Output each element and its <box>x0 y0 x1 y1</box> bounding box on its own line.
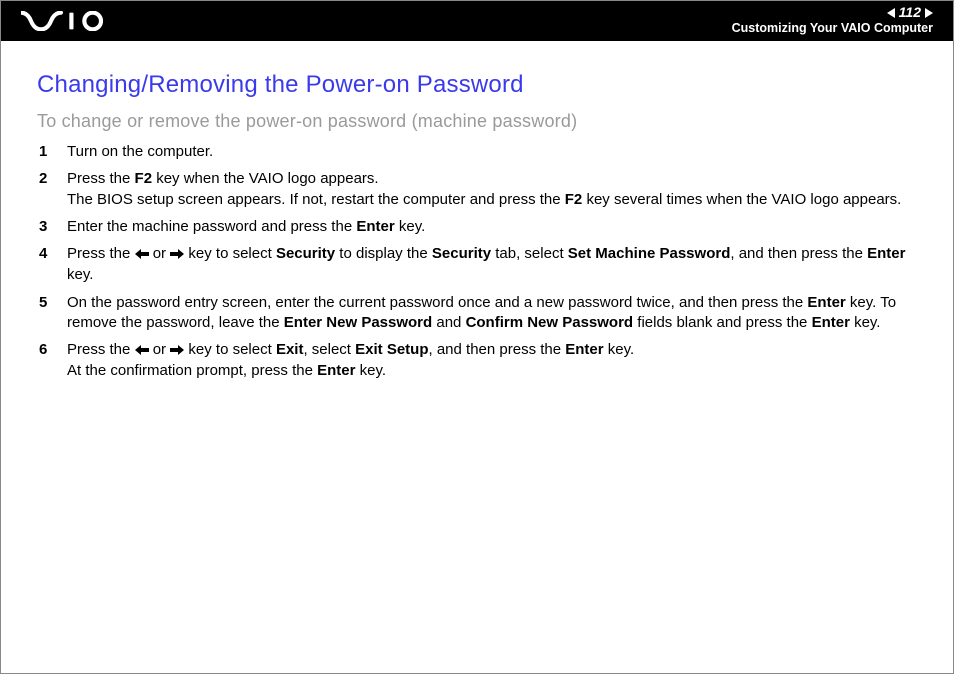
page-content: Changing/Removing the Power-on Password … <box>1 41 953 382</box>
field-name: Confirm New Password <box>466 314 634 331</box>
step-text: key. <box>355 362 386 379</box>
key-name: F2 <box>565 191 583 208</box>
step-text: , and then press the <box>730 245 867 262</box>
step-5: On the password entry screen, enter the … <box>37 293 921 334</box>
tab-name: Security <box>432 245 491 262</box>
step-text: or <box>149 341 171 358</box>
option-name: Exit Setup <box>355 341 428 358</box>
step-text: fields blank and press the <box>633 314 811 331</box>
step-text: , and then press the <box>429 341 566 358</box>
step-text: Press the <box>67 170 135 187</box>
key-name: Enter <box>565 341 603 358</box>
prev-page-icon[interactable] <box>887 8 895 18</box>
menu-name: Exit <box>276 341 304 358</box>
arrow-right-icon <box>170 341 184 361</box>
page-number: 112 <box>899 5 921 20</box>
step-text: key to select <box>184 341 276 358</box>
step-text: key. <box>604 341 635 358</box>
key-name: Enter <box>317 362 355 379</box>
step-text: Press the <box>67 341 135 358</box>
arrow-left-icon <box>135 245 149 265</box>
arrow-right-icon <box>170 245 184 265</box>
step-2: Press the F2 key when the VAIO logo appe… <box>37 169 921 210</box>
step-text: On the password entry screen, enter the … <box>67 294 807 311</box>
key-name: Enter <box>356 218 394 235</box>
step-text: or <box>149 245 171 262</box>
step-1: Turn on the computer. <box>37 142 921 162</box>
step-text: key. <box>395 218 426 235</box>
step-text: key. <box>850 314 881 331</box>
header-bar: 112 Customizing Your VAIO Computer <box>1 1 953 41</box>
page-nav: 112 Customizing Your VAIO Computer <box>732 1 933 36</box>
arrow-left-icon <box>135 341 149 361</box>
menu-name: Security <box>276 245 335 262</box>
step-3: Enter the machine password and press the… <box>37 217 921 237</box>
key-name: F2 <box>135 170 153 187</box>
vaio-logo <box>21 1 121 41</box>
step-text: At the confirmation prompt, press the <box>67 362 317 379</box>
step-text: key when the VAIO logo appears. <box>152 170 379 187</box>
step-text: Enter the machine password and press the <box>67 218 356 235</box>
key-name: Enter <box>807 294 845 311</box>
next-page-icon[interactable] <box>925 8 933 18</box>
step-text: key to select <box>184 245 276 262</box>
step-text: Turn on the computer. <box>67 143 213 160</box>
step-text: tab, select <box>491 245 568 262</box>
page-title: Changing/Removing the Power-on Password <box>37 71 921 99</box>
key-name: Enter <box>867 245 905 262</box>
step-text: key. <box>67 266 93 283</box>
breadcrumb: Customizing Your VAIO Computer <box>732 22 933 36</box>
step-text: , select <box>303 341 355 358</box>
steps-list: Turn on the computer. Press the F2 key w… <box>37 142 921 382</box>
option-name: Set Machine Password <box>568 245 731 262</box>
step-text: and <box>432 314 465 331</box>
field-name: Enter New Password <box>284 314 432 331</box>
step-4: Press the or key to select Security to d… <box>37 244 921 286</box>
step-text: Press the <box>67 245 135 262</box>
step-text: key several times when the VAIO logo app… <box>582 191 901 208</box>
step-text: to display the <box>335 245 432 262</box>
page-subtitle: To change or remove the power-on passwor… <box>37 111 921 132</box>
step-text: The BIOS setup screen appears. If not, r… <box>67 191 565 208</box>
key-name: Enter <box>812 314 850 331</box>
step-6: Press the or key to select Exit, select … <box>37 340 921 382</box>
